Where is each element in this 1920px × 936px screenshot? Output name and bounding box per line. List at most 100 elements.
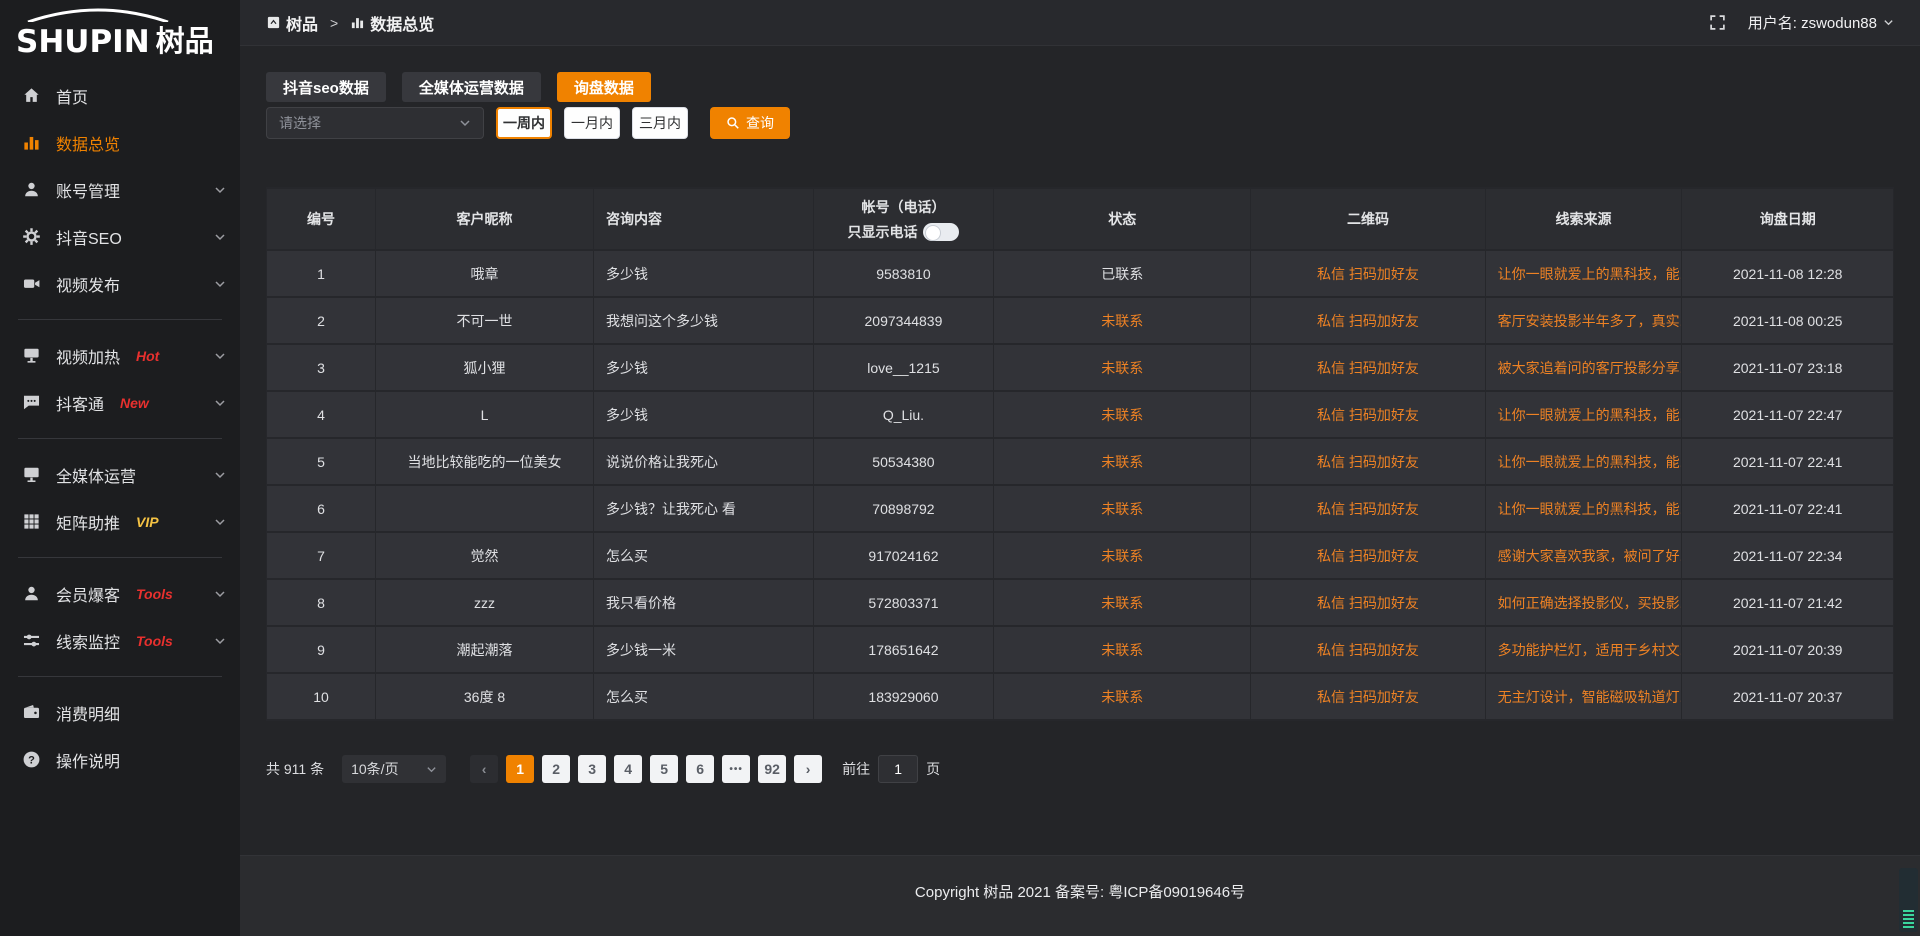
- page-ellipsis-button[interactable]: •••: [722, 755, 750, 783]
- cell-qr-link[interactable]: 私信 扫码加好友: [1251, 580, 1485, 627]
- footer: Copyright 树品 2021 备案号: 粤ICP备09019646号: [240, 855, 1920, 936]
- cell-qr-link[interactable]: 私信 扫码加好友: [1251, 627, 1485, 674]
- user-menu[interactable]: 用户名: zswodun88: [1748, 12, 1894, 33]
- sidebar-item-instructions[interactable]: ? 操作说明: [0, 736, 240, 783]
- breadcrumb-current: 数据总览: [370, 11, 434, 35]
- svg-text:?: ?: [28, 754, 35, 766]
- home-icon: [22, 86, 41, 105]
- cell-qr-link[interactable]: 私信 扫码加好友: [1251, 533, 1485, 580]
- sidebar-item-omni-media[interactable]: 全媒体运营: [0, 451, 240, 498]
- sidebar-item-lead-monitor[interactable]: 线索监控 Tools: [0, 617, 240, 664]
- pagination: 共 911 条 10条/页 ‹ 1 2 3 4 5 6 ••• 92 › 前往 …: [266, 755, 1894, 783]
- breadcrumb-root[interactable]: 树品: [286, 11, 318, 35]
- cell-inquiry: 多少钱: [594, 251, 814, 298]
- cell-id: 3: [267, 345, 376, 392]
- grid-icon: [22, 512, 41, 531]
- table-row: 7 觉然 怎么买 917024162 未联系 私信 扫码加好友 感谢大家喜欢我家…: [267, 533, 1894, 580]
- tab-inquiry-data[interactable]: 询盘数据: [557, 72, 651, 102]
- page-button-5[interactable]: 5: [650, 755, 678, 783]
- brand-name-en: SHUPIN: [16, 24, 150, 60]
- sidebar-item-data-overview[interactable]: 数据总览: [0, 119, 240, 166]
- range-quarter-button[interactable]: 三月内: [632, 107, 688, 139]
- page-button-2[interactable]: 2: [542, 755, 570, 783]
- brand-name-cn: 树品: [156, 18, 214, 60]
- sidebar-item-expense-detail[interactable]: 消费明细: [0, 689, 240, 736]
- cell-source-link[interactable]: 让你一眼就爱上的黑科技，能...: [1486, 251, 1683, 298]
- page-button-3[interactable]: 3: [578, 755, 606, 783]
- cell-source-link[interactable]: 如何正确选择投影仪，买投影...: [1486, 580, 1683, 627]
- col-inquiry: 咨询内容: [594, 189, 814, 251]
- prev-page-button[interactable]: ‹: [470, 755, 498, 783]
- account-select[interactable]: 请选择: [266, 107, 484, 139]
- gear-icon: [22, 227, 41, 246]
- sidebar-item-video-publish[interactable]: 视频发布: [0, 260, 240, 307]
- cell-qr-link[interactable]: 私信 扫码加好友: [1251, 392, 1485, 439]
- filter-row: 请选择 一周内 一月内 三月内 查询: [266, 107, 1894, 139]
- tab-douyin-seo-data[interactable]: 抖音seo数据: [266, 72, 386, 102]
- cell-qr-link[interactable]: 私信 扫码加好友: [1251, 486, 1485, 533]
- cell-source-link[interactable]: 让你一眼就爱上的黑科技，能...: [1486, 392, 1683, 439]
- tab-omni-media-data[interactable]: 全媒体运营数据: [402, 72, 541, 102]
- chevron-down-icon: [459, 117, 471, 129]
- col-nickname: 客户昵称: [376, 189, 594, 251]
- cell-account: 9583810: [814, 251, 995, 298]
- chevron-down-icon: [214, 588, 226, 600]
- page-button-4[interactable]: 4: [614, 755, 642, 783]
- cell-id: 6: [267, 486, 376, 533]
- cell-date: 2021-11-08 00:25: [1682, 298, 1894, 345]
- cell-id: 10: [267, 674, 376, 721]
- cell-source-link[interactable]: 被大家追着问的客厅投影分享...: [1486, 345, 1683, 392]
- chevron-down-icon: [214, 635, 226, 647]
- fullscreen-icon[interactable]: [1709, 14, 1726, 31]
- cell-source-link[interactable]: 让你一眼就爱上的黑科技，能...: [1486, 486, 1683, 533]
- page-unit-label: 页: [926, 759, 940, 779]
- cell-status: 未联系: [994, 439, 1251, 486]
- cell-source-link[interactable]: 多功能护栏灯，适用于乡村文...: [1486, 627, 1683, 674]
- cell-qr-link[interactable]: 私信 扫码加好友: [1251, 251, 1485, 298]
- sidebar-item-video-boost[interactable]: 视频加热 Hot: [0, 332, 240, 379]
- question-icon: ?: [22, 750, 41, 769]
- sidebar-item-douketong[interactable]: 抖客通 New: [0, 379, 240, 426]
- cell-date: 2021-11-07 22:47: [1682, 392, 1894, 439]
- sidebar-item-home[interactable]: 首页: [0, 72, 240, 119]
- cell-qr-link[interactable]: 私信 扫码加好友: [1251, 345, 1485, 392]
- cell-inquiry: 我想问这个多少钱: [594, 298, 814, 345]
- cell-account: 917024162: [814, 533, 995, 580]
- sidebar-item-label: 抖客通: [56, 391, 104, 415]
- range-week-button[interactable]: 一周内: [496, 107, 552, 139]
- cell-source-link[interactable]: 感谢大家喜欢我家，被问了好...: [1486, 533, 1683, 580]
- next-page-button[interactable]: ›: [794, 755, 822, 783]
- range-month-button[interactable]: 一月内: [564, 107, 620, 139]
- cell-qr-link[interactable]: 私信 扫码加好友: [1251, 674, 1485, 721]
- chevron-down-icon: [214, 397, 226, 409]
- sidebar-item-account-mgmt[interactable]: 账号管理: [0, 166, 240, 213]
- sidebar-item-member-burst[interactable]: 会员爆客 Tools: [0, 570, 240, 617]
- sidebar-item-douyin-seo[interactable]: 抖音SEO: [0, 213, 240, 260]
- cell-source-link[interactable]: 让你一眼就爱上的黑科技，能...: [1486, 439, 1683, 486]
- cell-inquiry: 多少钱: [594, 345, 814, 392]
- cell-status: 已联系: [994, 251, 1251, 298]
- cell-source-link[interactable]: 无主灯设计，智能磁吸轨道灯...: [1486, 674, 1683, 721]
- cell-date: 2021-11-07 20:39: [1682, 627, 1894, 674]
- sliders-icon: [22, 631, 41, 650]
- cell-source-link[interactable]: 客厅安装投影半年多了，真实...: [1486, 298, 1683, 345]
- cell-qr-link[interactable]: 私信 扫码加好友: [1251, 439, 1485, 486]
- cell-status: 未联系: [994, 533, 1251, 580]
- page-button-92[interactable]: 92: [758, 755, 786, 783]
- goto-page-input[interactable]: [878, 755, 918, 783]
- cell-nickname: 不可一世: [376, 298, 594, 345]
- query-button[interactable]: 查询: [710, 107, 790, 139]
- sidebar-divider: [18, 676, 222, 677]
- cell-qr-link[interactable]: 私信 扫码加好友: [1251, 298, 1485, 345]
- sidebar-item-matrix-boost[interactable]: 矩阵助推 VIP: [0, 498, 240, 545]
- phone-only-toggle[interactable]: [923, 223, 959, 241]
- monitor-icon: [22, 465, 41, 484]
- sidebar-item-label: 全媒体运营: [56, 463, 136, 487]
- main-content: 抖音seo数据 全媒体运营数据 询盘数据 请选择 一周内 一月内 三月内 查询 …: [240, 46, 1920, 783]
- page-size-select[interactable]: 10条/页: [342, 755, 446, 783]
- cell-account: 178651642: [814, 627, 995, 674]
- page-button-1[interactable]: 1: [506, 755, 534, 783]
- page-button-6[interactable]: 6: [686, 755, 714, 783]
- topbar: 树品 > 数据总览 用户名: zswodun88: [240, 0, 1920, 46]
- goto-page: 前往 页: [842, 755, 940, 783]
